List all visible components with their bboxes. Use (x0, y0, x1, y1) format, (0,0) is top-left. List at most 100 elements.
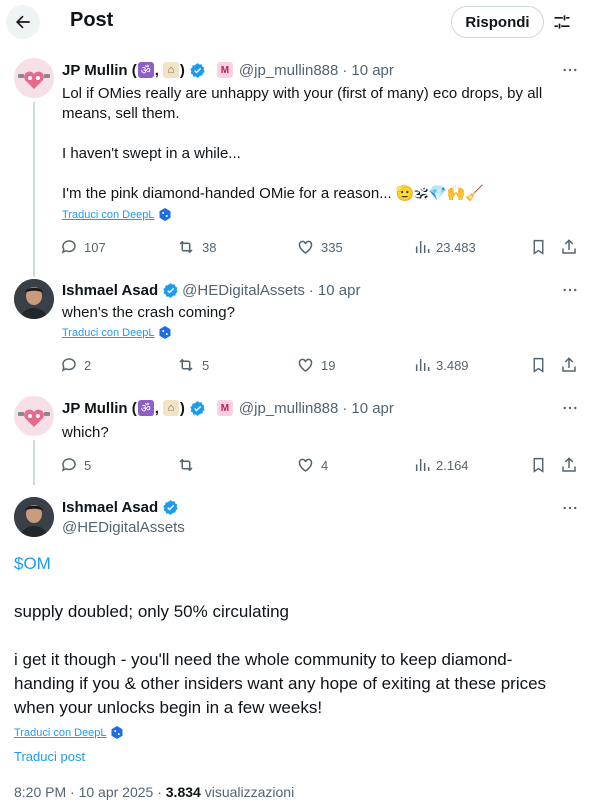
like-icon (298, 240, 313, 254)
like-icon (298, 358, 313, 372)
avatar[interactable] (14, 497, 54, 537)
translate-link[interactable]: Traduci con DeepL (62, 208, 171, 221)
author-name[interactable]: Ishmael Asad (62, 282, 158, 299)
avatar[interactable] (14, 58, 54, 98)
repost-icon (179, 358, 193, 372)
bookmark-icon (533, 457, 544, 473)
thread-line (33, 102, 35, 277)
reply-count: 5 (84, 457, 92, 473)
more-button[interactable] (559, 398, 581, 418)
translate-label: Traduci con DeepL (14, 726, 107, 739)
reply-count: 2 (84, 357, 92, 373)
back-arrow-icon (16, 15, 30, 29)
avatar[interactable] (14, 396, 54, 436)
repost-action[interactable]: 5 (176, 355, 209, 375)
views-action[interactable]: 2.164 (414, 455, 469, 475)
views-icon (415, 359, 430, 371)
filter-icon (554, 15, 570, 29)
views-count: 2.164 (436, 457, 469, 473)
share-icon (562, 457, 576, 472)
reply-action[interactable]: 107 (60, 237, 106, 257)
page-title: Post (70, 9, 114, 31)
tweet-date[interactable]: 10 apr (318, 282, 361, 299)
tweet-actions: 5 4 2.164 (60, 455, 582, 475)
more-icon (563, 506, 577, 510)
more-button[interactable] (559, 498, 581, 518)
views-total: 3.834 (165, 784, 201, 800)
repost-count: 5 (202, 357, 210, 373)
bookmark-action[interactable] (530, 237, 553, 257)
house-badge-icon: ⌂ (162, 62, 179, 78)
avatar[interactable] (14, 279, 54, 319)
timestamp-text[interactable]: 8:20 PM · 10 apr 2025 · (14, 784, 166, 800)
translate-post-link[interactable]: Traduci post (14, 749, 85, 764)
deepl-icon (159, 208, 171, 221)
repost-action[interactable]: 38 (176, 237, 216, 257)
more-button[interactable] (559, 280, 581, 300)
share-action[interactable] (560, 455, 584, 475)
translate-link[interactable]: Traduci con DeepL (14, 726, 123, 739)
share-action[interactable] (560, 355, 584, 375)
author-handle[interactable]: @HEDigitalAssets (62, 519, 185, 536)
tweet-actions: 2 5 19 3.489 (60, 355, 582, 375)
views-action[interactable]: 23.483 (414, 237, 476, 257)
translate-link[interactable]: Traduci con DeepL (62, 326, 171, 339)
bookmark-icon (533, 239, 544, 255)
repost-count: 38 (202, 239, 217, 255)
name-end: ) (179, 61, 185, 79)
reply-action[interactable]: 5 (60, 455, 91, 475)
views-icon (415, 459, 430, 471)
author-handle[interactable]: @HEDigitalAssets (182, 282, 305, 299)
verified-icon (189, 62, 206, 79)
text-line: when your unlocks begin in a few weeks! (14, 698, 323, 717)
views-label: visualizzazioni (200, 784, 295, 800)
like-icon (298, 458, 313, 472)
author-name[interactable]: Ishmael Asad (62, 499, 182, 516)
tweet-date[interactable]: 10 apr (351, 62, 394, 79)
main-tweet-text: $OM supply doubled; only 50% circulating… (14, 552, 574, 720)
more-icon (563, 68, 577, 72)
like-action[interactable]: 4 (296, 455, 328, 475)
filter-button[interactable] (550, 10, 574, 34)
text-line: supply doubled; only 50% circulating (14, 602, 290, 621)
author-handle[interactable]: @jp_mullin888 (239, 62, 338, 79)
reply-count: 107 (84, 239, 106, 255)
tweet-text: Lol if OMies really are unhappy with you… (62, 84, 562, 204)
author-name[interactable]: JP Mullin ( (62, 400, 137, 417)
text-line: I haven't swept in a while... (62, 145, 241, 162)
share-icon (562, 239, 576, 254)
name-end: ) (179, 399, 185, 417)
tweet-header: JP Mullin ( ॐ , ⌂ ) M @jp_mullin888 · 10… (62, 60, 394, 80)
m-badge-icon: M (216, 62, 233, 78)
verified-icon (189, 400, 206, 417)
share-action[interactable] (560, 237, 584, 257)
name-separator: , (154, 399, 159, 417)
repost-action[interactable] (176, 455, 202, 475)
tweet-actions: 107 38 335 23.483 (60, 237, 582, 257)
views-count: 23.483 (436, 239, 476, 255)
author-name[interactable]: JP Mullin ( (62, 62, 137, 79)
tweet-date[interactable]: 10 apr (351, 400, 394, 417)
m-badge-icon: M (216, 400, 233, 416)
views-action[interactable]: 3.489 (414, 355, 469, 375)
like-action[interactable]: 335 (296, 237, 343, 257)
bookmark-action[interactable] (530, 455, 553, 475)
more-button[interactable] (559, 60, 581, 80)
like-action[interactable]: 19 (296, 355, 335, 375)
like-count: 335 (321, 239, 343, 255)
bookmark-action[interactable] (530, 355, 553, 375)
back-button[interactable] (6, 5, 40, 39)
thread-line (33, 440, 35, 485)
views-count: 3.489 (436, 357, 469, 373)
author-handle[interactable]: @jp_mullin888 (239, 400, 338, 417)
reply-action[interactable]: 2 (60, 355, 91, 375)
text-line: when's the crash coming? (62, 304, 235, 321)
like-count: 4 (321, 457, 329, 473)
reply-icon (61, 458, 76, 472)
reply-button[interactable]: Rispondi (451, 6, 544, 38)
like-count: 19 (321, 357, 336, 373)
cashtag-link[interactable]: $OM (14, 552, 574, 576)
repost-icon (179, 458, 193, 472)
post-timestamp: 8:20 PM · 10 apr 2025 · 3.834 visualizza… (14, 784, 294, 800)
name-separator: , (154, 61, 159, 79)
